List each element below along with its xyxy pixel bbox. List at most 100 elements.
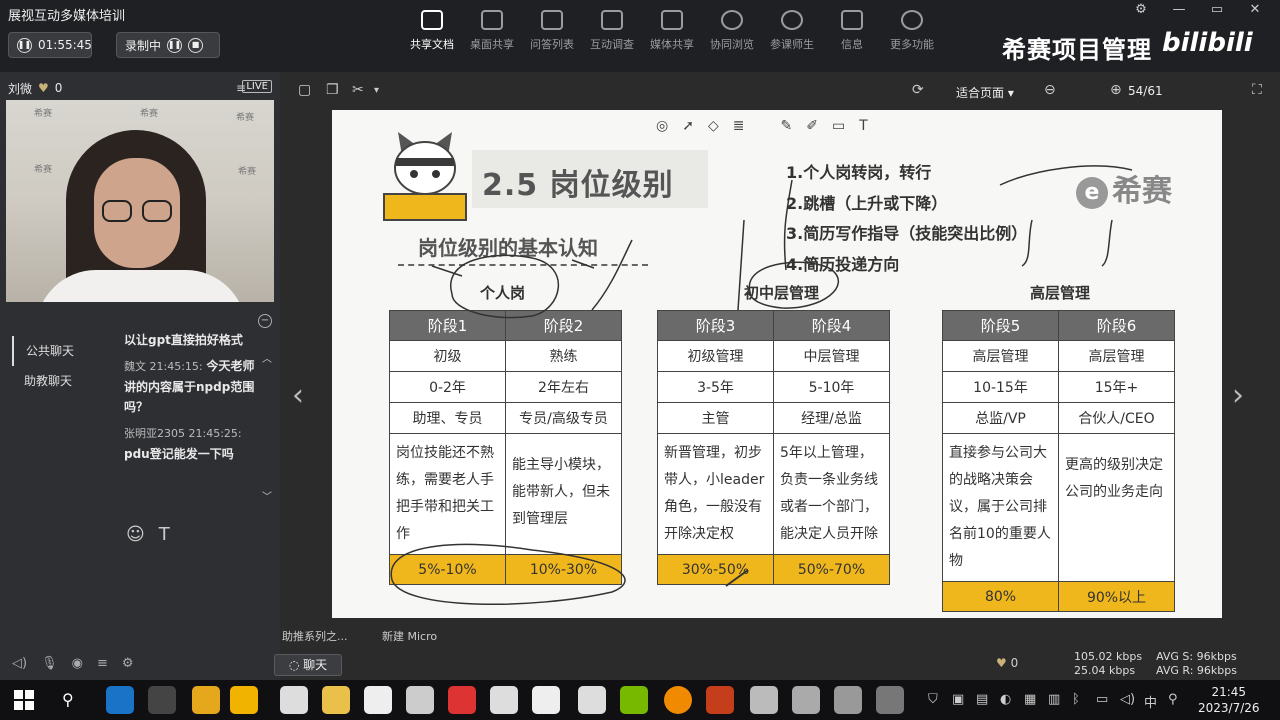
stage-years: 2年左右 <box>505 371 622 403</box>
record-control[interactable]: 录制中 ❚❚ ■ <box>116 32 220 58</box>
slide-canvas[interactable]: ◎ ➚ ◇ ≣ ✎ ✐ ▭ T 2.5 岗位级别 岗位级别的基本认知 1.个人岗… <box>332 110 1222 618</box>
stage-level: 初级管理 <box>657 340 774 372</box>
stage-pct: 50%-70% <box>773 554 890 585</box>
slide-toolbar: ▢ ❐ ✂ ▾ ⟳ 适合页面 ▾ ⊖ ⊕ 54/61 ⛶ <box>280 72 1280 108</box>
folder-icon[interactable]: ▢ <box>298 82 311 98</box>
folder-icon[interactable] <box>322 686 350 714</box>
emoji-icon[interactable]: ☺ <box>126 524 145 545</box>
shield-icon[interactable]: ⛉ <box>928 692 938 707</box>
tab-public-chat[interactable]: 公共聊天 <box>12 336 112 366</box>
app-icon[interactable] <box>578 686 606 714</box>
record-pause-icon[interactable]: ❚❚ <box>167 37 183 53</box>
search-tray-icon[interactable]: ⚲ <box>1168 692 1178 707</box>
app-icon[interactable] <box>230 686 258 714</box>
next-slide-icon[interactable]: › <box>1232 378 1244 413</box>
tool-survey[interactable]: 互动调查 <box>582 10 642 52</box>
network-stats: 105.02 kbps AVG S: 96kbps 25.04 kbps AVG… <box>1074 650 1237 678</box>
tool-share-doc[interactable]: 共享文档 <box>402 10 462 52</box>
app-icon[interactable] <box>532 686 560 714</box>
rectangle-icon[interactable]: ▭ <box>832 118 845 134</box>
chevron-up-icon[interactable]: ︿ <box>262 350 272 365</box>
highlighter-icon[interactable]: ✐ <box>806 118 818 134</box>
nvidia-icon[interactable] <box>620 686 648 714</box>
session-timer[interactable]: ❚❚ 01:55:45 <box>8 32 92 58</box>
app-icon[interactable] <box>406 686 434 714</box>
refresh-icon[interactable]: ⟳ <box>912 82 924 98</box>
target-icon[interactable]: ◎ <box>656 118 668 134</box>
agenda-item: 3.简历写作指导（技能突出比例） <box>786 224 1028 243</box>
app-icon[interactable] <box>876 686 904 714</box>
bluetooth-icon[interactable]: ᛒ <box>1072 692 1080 707</box>
thumb-doc[interactable]: 新建 Micro <box>382 628 437 644</box>
heart-icon[interactable]: ♥ <box>38 81 49 95</box>
stage-desc: 5年以上管理，负责一条业务线或者一个部门，能决定人员开除 <box>773 433 890 555</box>
zoom-out-icon[interactable]: ⊖ <box>1044 82 1056 98</box>
app-icon[interactable] <box>664 686 692 714</box>
app-icon[interactable] <box>834 686 862 714</box>
tool-more[interactable]: 更多功能 <box>882 10 942 52</box>
tab-assistant-chat[interactable]: 助教聊天 <box>12 366 112 396</box>
tray-icon[interactable]: ▦ <box>1024 692 1036 707</box>
app-icon[interactable] <box>364 686 392 714</box>
collapse-icon[interactable]: − <box>258 314 272 328</box>
settings-icon[interactable]: ⚙ <box>1124 0 1158 20</box>
chat-button[interactable]: ◌ 聊天 <box>274 654 342 676</box>
settings-icon[interactable]: ⚙ <box>122 656 134 671</box>
fit-page-select[interactable]: 适合页面 ▾ <box>956 84 1014 101</box>
stage-level: 高层管理 <box>942 340 1059 372</box>
prev-slide-icon[interactable]: ‹ <box>292 378 304 413</box>
app-icon[interactable] <box>280 686 308 714</box>
session-time: 01:55:45 <box>38 38 92 52</box>
pdf-icon[interactable] <box>448 686 476 714</box>
stage-desc: 能主导小模块，能带新人，但未到管理层 <box>505 433 622 555</box>
copy-icon[interactable]: ❐ <box>326 82 339 98</box>
app-icon[interactable] <box>148 686 176 714</box>
mic-icon[interactable]: 🎙︎ <box>41 656 58 671</box>
search-icon[interactable]: ⚲ <box>62 690 74 709</box>
app-icon[interactable] <box>192 686 220 714</box>
fullscreen-icon[interactable]: ⛶ <box>1252 82 1262 98</box>
volume-icon[interactable]: ◁) <box>1120 692 1135 707</box>
tool-participants[interactable]: 参课师生 <box>762 10 822 52</box>
powerpoint-icon[interactable] <box>706 686 734 714</box>
clear-icon[interactable]: ≣ <box>733 118 745 134</box>
tray-icon[interactable]: ◐ <box>1000 692 1011 707</box>
heart-icon[interactable]: ♥ <box>996 656 1007 670</box>
app-icon[interactable] <box>490 686 518 714</box>
text-format-icon[interactable]: T <box>159 524 170 545</box>
tray-icon[interactable]: ▣ <box>952 692 964 707</box>
chat-tools: ☺ T <box>126 524 170 545</box>
equalizer-icon[interactable]: ≡ <box>97 656 108 671</box>
tool-desktop-share[interactable]: 桌面共享 <box>462 10 522 52</box>
app-icon[interactable] <box>750 686 778 714</box>
windows-start-icon[interactable] <box>14 690 34 710</box>
tool-co-browse[interactable]: 协同浏览 <box>702 10 762 52</box>
tool-qa-list[interactable]: 问答列表 <box>522 10 582 52</box>
close-icon[interactable]: ✕ <box>1238 0 1272 20</box>
thumb-doc[interactable]: 助推系列之... <box>282 628 348 644</box>
chevron-down-icon[interactable]: ﹀ <box>262 488 272 503</box>
tray-icon[interactable]: ▤ <box>976 692 988 707</box>
tray-icon[interactable]: ▥ <box>1048 692 1060 707</box>
main-toolbar: 共享文档 桌面共享 问答列表 互动调查 媒体共享 协同浏览 参课师生 信息 更多… <box>402 10 942 52</box>
maximize-icon[interactable]: ▭ <box>1200 0 1234 20</box>
scissors-icon[interactable]: ✂ <box>352 82 364 98</box>
minimize-icon[interactable]: — <box>1162 0 1196 20</box>
pointer-icon[interactable]: ➚ <box>682 118 694 134</box>
speaker-icon[interactable]: ◁) <box>12 656 27 671</box>
ime-indicator[interactable]: 中 <box>1144 692 1157 711</box>
text-tool-icon[interactable]: T <box>859 118 868 134</box>
network-icon[interactable]: ▭ <box>1096 692 1108 707</box>
eraser-icon[interactable]: ◇ <box>708 118 719 134</box>
edge-icon[interactable] <box>106 686 134 714</box>
tool-info[interactable]: 信息 <box>822 10 882 52</box>
camera-icon[interactable]: ◉ <box>72 656 83 671</box>
tool-media-share[interactable]: 媒体共享 <box>642 10 702 52</box>
stage-role: 总监/VP <box>942 402 1059 434</box>
record-stop-icon[interactable]: ■ <box>188 37 204 53</box>
pen-icon[interactable]: ✎ <box>780 118 792 134</box>
app-icon[interactable] <box>792 686 820 714</box>
taskbar-clock[interactable]: 21:45 2023/7/26 <box>1198 684 1260 716</box>
chevron-down-icon[interactable]: ▾ <box>374 85 379 96</box>
zoom-in-icon[interactable]: ⊕ <box>1110 82 1122 98</box>
